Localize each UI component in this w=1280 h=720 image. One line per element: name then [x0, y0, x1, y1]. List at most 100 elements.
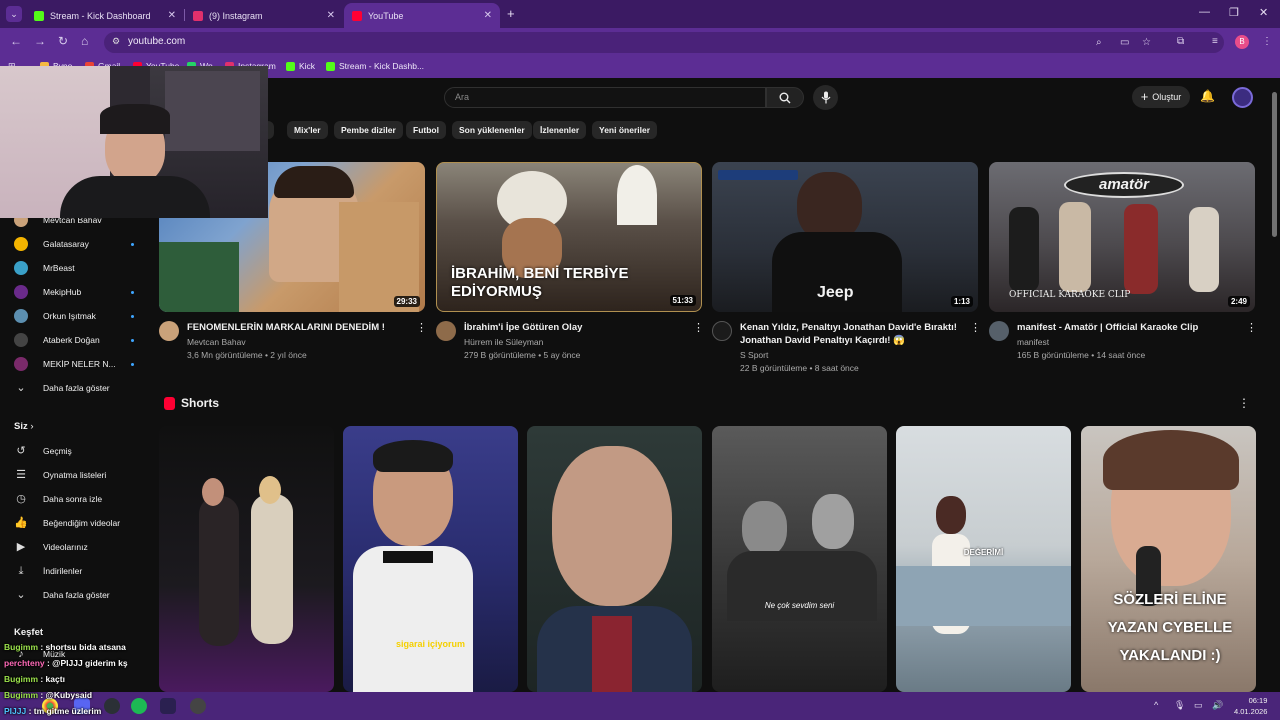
sidebar-sub-ataberk[interactable]: Ataberk Doğan	[14, 331, 134, 349]
close-icon[interactable]: ✕	[484, 10, 492, 21]
short-thumbnail[interactable]	[527, 426, 702, 692]
sidebar-show-more-subs[interactable]: ⌄ Daha fazla göster	[14, 379, 134, 397]
chevron-down-icon: ⌄	[16, 382, 26, 394]
video-thumbnail[interactable]: amatör OFFICIAL KARAOKE CLIP 2:49	[989, 162, 1255, 312]
media-icon[interactable]: ≡	[1212, 36, 1218, 47]
channel-avatar	[14, 237, 28, 251]
plus-icon: +	[1140, 89, 1149, 104]
back-icon[interactable]: ←	[10, 34, 22, 48]
download-icon: ⤓	[18, 565, 24, 577]
channel-name[interactable]: manifest	[1017, 336, 1049, 349]
notifications-bell-icon[interactable]: 🔔	[1200, 89, 1215, 103]
forward-icon[interactable]: →	[34, 34, 46, 48]
sidebar-sub-mrbeast[interactable]: MrBeast	[14, 259, 134, 277]
chip-soap-operas[interactable]: Pembe diziler	[334, 121, 403, 139]
tab-kick-dashboard[interactable]: Stream - Kick Dashboard ✕	[26, 3, 184, 28]
more-options-icon[interactable]: ⋮	[970, 321, 981, 334]
network-icon[interactable]: ▭	[1194, 700, 1203, 711]
profile-avatar[interactable]: B	[1235, 35, 1249, 49]
zoom-icon[interactable]: ⌕	[1096, 37, 1102, 48]
home-icon[interactable]: ⌂	[81, 34, 88, 48]
chat-message: Bugimm : @Kubysaid	[4, 690, 93, 700]
live-dot	[131, 362, 134, 366]
menu-icon[interactable]: ⋮	[1262, 36, 1272, 47]
channel-avatar[interactable]	[436, 321, 456, 341]
tab-search-button[interactable]: ⌄	[6, 6, 22, 22]
chip-mixes[interactable]: Mix'ler	[287, 121, 328, 139]
short-caption: DEĞERİMİ	[963, 548, 1004, 557]
channel-name[interactable]: S Sport	[740, 349, 768, 362]
create-button[interactable]: + Oluştur	[1132, 86, 1190, 108]
sidebar-item-your-videos[interactable]: ▶ Videolarınız	[14, 538, 134, 556]
sidebar-item-playlists[interactable]: ☰ Oynatma listeleri	[14, 466, 134, 484]
valorant-icon[interactable]	[160, 698, 176, 714]
new-tab-button[interactable]: +	[507, 6, 515, 21]
sidebar-item-watch-later[interactable]: ◷ Daha sonra izle	[14, 490, 134, 508]
more-options-icon[interactable]: ⋮	[1246, 321, 1257, 334]
sidebar-you-heading[interactable]: Siz ›	[14, 421, 34, 432]
volume-icon[interactable]: 🔊	[1212, 700, 1223, 711]
sidebar-sub-mekiphub[interactable]: MekipHub	[14, 283, 134, 301]
address-bar[interactable]: ⚙ youtube.com ⌕ ▭ ☆	[104, 32, 1224, 53]
video-thumbnail[interactable]: İBRAHİM, BENİ TERBİYE EDİYORMUŞ 51:33	[436, 162, 702, 312]
search-input[interactable]: Ara	[444, 87, 766, 108]
site-info-icon[interactable]: ⚙	[112, 36, 120, 47]
short-thumbnail[interactable]: SÖZLERİ ELİNE YAZAN CYBELLE YAKALANDI :)	[1081, 426, 1256, 692]
app-icon[interactable]	[190, 698, 206, 714]
extensions-icon[interactable]: ⧉	[1177, 36, 1184, 47]
close-icon[interactable]: ✕	[168, 10, 176, 21]
chip-football[interactable]: Futbol	[406, 121, 446, 139]
sidebar-sub-galatasaray[interactable]: Galatasaray	[14, 235, 134, 253]
video-duration: 2:49	[1227, 296, 1250, 307]
channel-name[interactable]: Mevtcan Bahav	[187, 336, 246, 349]
video-thumbnail[interactable]: Jeep 1:13	[712, 162, 978, 312]
more-options-icon[interactable]: ⋮	[1238, 396, 1250, 410]
video-title[interactable]: FENOMENLERİN MARKALARINI DENEDİM !	[187, 321, 417, 334]
video-title[interactable]: manifest - Amatör | Official Karaoke Cli…	[1017, 321, 1247, 334]
spotify-icon[interactable]	[131, 698, 147, 714]
more-options-icon[interactable]: ⋮	[693, 321, 704, 334]
short-thumbnail[interactable]: Ne çok sevdim seni	[712, 426, 887, 692]
browser-tab-bar: ⌄ Stream - Kick Dashboard ✕ (9) Instagra…	[0, 0, 1280, 28]
chip-watched[interactable]: İzlenenler	[533, 121, 587, 139]
chip-new-recommendations[interactable]: Yeni öneriler	[592, 121, 658, 139]
video-title[interactable]: Kenan Yıldız, Penaltıyı Jonathan David'e…	[740, 321, 970, 347]
page-scrollbar[interactable]	[1272, 92, 1277, 237]
bookmark-kick-dashboard[interactable]: Stream - Kick Dashb...	[326, 61, 424, 71]
microphone-tray-icon[interactable]: 🎙	[1174, 700, 1185, 711]
taskbar-clock[interactable]: 06:19 4.01.2026	[1234, 695, 1267, 717]
bookmark-star-icon[interactable]: ☆	[1142, 37, 1151, 48]
more-options-icon[interactable]: ⋮	[416, 321, 427, 334]
reload-icon[interactable]: ↻	[58, 34, 68, 48]
tab-youtube[interactable]: YouTube ✕	[344, 3, 500, 28]
bookmark-kick[interactable]: Kick	[286, 61, 315, 71]
short-thumbnail[interactable]: sigarai içiyorum	[343, 426, 518, 692]
restore-icon[interactable]: ❐	[1229, 6, 1239, 19]
live-dot	[131, 290, 134, 294]
close-icon[interactable]: ✕	[327, 10, 335, 21]
channel-avatar[interactable]	[712, 321, 732, 341]
window-close-icon[interactable]: ✕	[1259, 6, 1268, 19]
minimize-icon[interactable]: —	[1199, 6, 1210, 18]
video-title[interactable]: İbrahim'i İpe Götüren Olay	[464, 321, 694, 334]
sidebar-item-liked[interactable]: 👍 Beğendiğim videolar	[14, 514, 134, 532]
chip-recently-uploaded[interactable]: Son yüklenenler	[452, 121, 532, 139]
channel-avatar[interactable]	[159, 321, 179, 341]
sidebar-item-downloads[interactable]: ⤓ İndirilenler	[14, 562, 134, 580]
obs-icon[interactable]	[104, 698, 120, 714]
account-avatar[interactable]	[1232, 87, 1253, 108]
short-thumbnail[interactable]: DEĞERİMİ	[896, 426, 1071, 692]
voice-search-button[interactable]	[813, 85, 838, 110]
cast-icon[interactable]: ▭	[1120, 37, 1129, 48]
channel-avatar[interactable]	[989, 321, 1009, 341]
tray-chevron-icon[interactable]: ^	[1154, 700, 1158, 710]
sidebar-show-more-you[interactable]: ⌄ Daha fazla göster	[14, 586, 134, 604]
sidebar-sub-orkun[interactable]: Orkun Işıtmak	[14, 307, 134, 325]
tab-instagram[interactable]: (9) Instagram ✕	[185, 3, 343, 28]
sidebar-sub-mekip-neler[interactable]: MEKİP NELER N...	[14, 355, 134, 373]
channel-name[interactable]: Hürrem ile Süleyman	[464, 336, 543, 349]
short-thumbnail[interactable]	[159, 426, 334, 692]
shorts-icon	[164, 396, 175, 410]
sidebar-item-history[interactable]: ↺ Geçmiş	[14, 442, 134, 460]
search-button[interactable]	[766, 87, 804, 108]
